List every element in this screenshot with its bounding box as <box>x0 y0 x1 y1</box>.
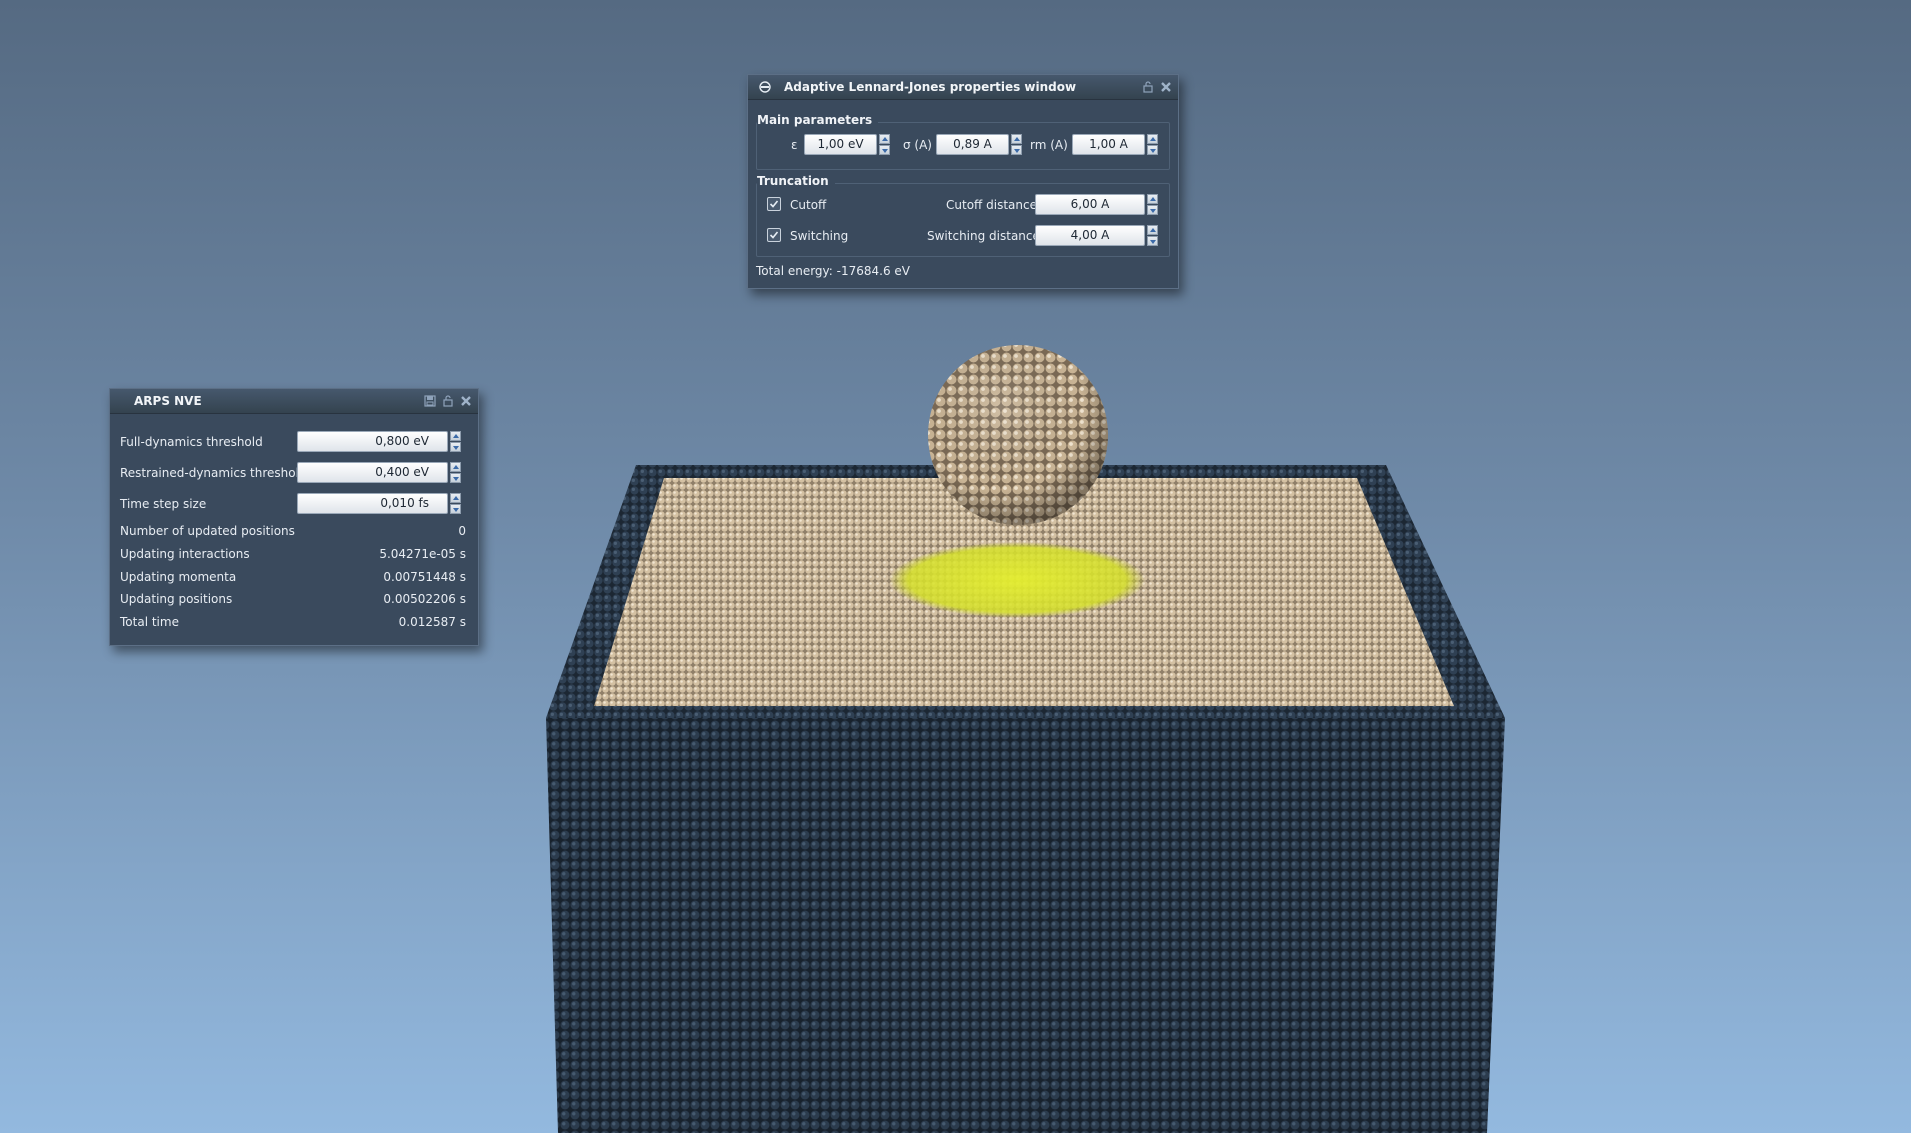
stat-label: Updating positions <box>120 592 233 606</box>
time-step-up-arrow[interactable] <box>450 493 461 503</box>
switching-label: Switching <box>790 229 849 243</box>
switching-checkbox[interactable] <box>767 228 781 242</box>
lj-window-title: Adaptive Lennard-Jones properties window <box>784 80 1077 94</box>
restrained-dynamics-input[interactable]: 0,400 eV <box>297 462 448 483</box>
cutoff-distance-input[interactable]: 6,00 A <box>1035 194 1145 215</box>
cutoff-distance-stepper[interactable]: 6,00 A <box>1035 194 1160 215</box>
stat-value: 0.00502206 s <box>383 592 466 606</box>
lock-icon[interactable] <box>442 395 454 407</box>
save-icon[interactable] <box>424 395 436 407</box>
stat-value: 0.00751448 s <box>383 570 466 584</box>
nanoparticle-cluster <box>928 345 1108 525</box>
molecule-app-icon <box>759 81 771 93</box>
cutoff-distance-up-arrow[interactable] <box>1147 194 1158 204</box>
stat-value: 0.012587 s <box>398 615 466 629</box>
switching-distance-up-arrow[interactable] <box>1147 225 1158 235</box>
epsilon-up-arrow[interactable] <box>879 134 890 144</box>
truncation-label: Truncation <box>757 174 835 188</box>
rm-label: rm (A) <box>1030 138 1068 152</box>
restrained-dynamics-down-arrow[interactable] <box>450 473 461 483</box>
stat-value: 5.04271e-05 s <box>379 547 466 561</box>
main-parameters-label: Main parameters <box>757 113 879 127</box>
time-step-stepper[interactable]: 0,010 fs <box>297 493 463 514</box>
lock-icon[interactable] <box>1142 81 1154 93</box>
cutoff-checkbox[interactable] <box>767 197 781 211</box>
full-dynamics-down-arrow[interactable] <box>450 442 461 452</box>
epsilon-down-arrow[interactable] <box>879 145 890 155</box>
stat-label: Total time <box>120 615 179 629</box>
restrained-dynamics-up-arrow[interactable] <box>450 462 461 472</box>
stat-label: Updating interactions <box>120 547 250 561</box>
close-icon[interactable] <box>1160 81 1172 93</box>
arps-nve-window[interactable]: ARPS NVE Full-dynamics threshold 0,800 e… <box>109 388 479 646</box>
switching-distance-down-arrow[interactable] <box>1147 236 1158 246</box>
sigma-up-arrow[interactable] <box>1011 134 1022 144</box>
sigma-down-arrow[interactable] <box>1011 145 1022 155</box>
stat-label: Updating momenta <box>120 570 237 584</box>
epsilon-input[interactable]: 1,00 eV <box>804 134 877 155</box>
time-step-label: Time step size <box>120 497 207 511</box>
cutoff-distance-label: Cutoff distance <box>946 198 1037 212</box>
stat-label: Number of updated positions <box>120 524 295 538</box>
switching-distance-stepper[interactable]: 4,00 A <box>1035 225 1160 246</box>
restrained-dynamics-label: Restrained-dynamics threshold <box>120 466 307 480</box>
full-dynamics-up-arrow[interactable] <box>450 431 461 441</box>
switching-distance-label: Switching distance <box>927 229 1040 243</box>
rm-up-arrow[interactable] <box>1147 134 1158 144</box>
full-dynamics-label: Full-dynamics threshold <box>120 435 263 449</box>
sigma-label: σ (A) <box>903 138 932 152</box>
arps-window-title: ARPS NVE <box>134 394 202 408</box>
full-dynamics-stepper[interactable]: 0,800 eV <box>297 431 463 452</box>
rm-down-arrow[interactable] <box>1147 145 1158 155</box>
arps-window-titlebar[interactable]: ARPS NVE <box>110 389 478 414</box>
full-dynamics-input[interactable]: 0,800 eV <box>297 431 448 452</box>
stat-value: 0 <box>458 524 466 538</box>
epsilon-stepper[interactable]: 1,00 eV <box>804 134 892 155</box>
total-energy-label: Total energy: -17684.6 eV <box>756 264 910 278</box>
sigma-input[interactable]: 0,89 A <box>936 134 1009 155</box>
sigma-stepper[interactable]: 0,89 A <box>936 134 1024 155</box>
rm-input[interactable]: 1,00 A <box>1072 134 1145 155</box>
rm-stepper[interactable]: 1,00 A <box>1072 134 1160 155</box>
lj-properties-window[interactable]: Adaptive Lennard-Jones properties window… <box>747 74 1179 289</box>
substrate-front-face <box>546 718 1505 1133</box>
close-icon[interactable] <box>460 395 472 407</box>
cutoff-distance-down-arrow[interactable] <box>1147 205 1158 215</box>
time-step-down-arrow[interactable] <box>450 504 461 514</box>
switching-distance-input[interactable]: 4,00 A <box>1035 225 1145 246</box>
time-step-input[interactable]: 0,010 fs <box>297 493 448 514</box>
active-region-highlight <box>889 542 1145 618</box>
lj-window-titlebar[interactable]: Adaptive Lennard-Jones properties window <box>748 75 1178 100</box>
cutoff-label: Cutoff <box>790 198 827 212</box>
restrained-dynamics-stepper[interactable]: 0,400 eV <box>297 462 463 483</box>
epsilon-label: ε <box>791 138 798 152</box>
